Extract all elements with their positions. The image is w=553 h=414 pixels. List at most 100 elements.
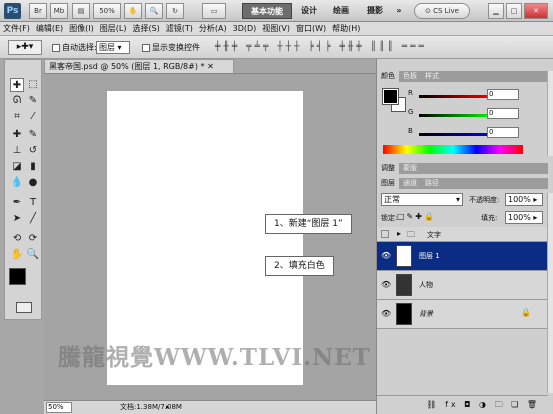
screen-mode-icon[interactable]: ▭ [202, 3, 226, 19]
move-tool-icon[interactable]: ✚ [10, 78, 24, 92]
tab-adjustments[interactable]: 调整 [377, 163, 399, 174]
3d-orbit-icon[interactable]: ⟳ [26, 232, 40, 246]
mini-bridge-button[interactable]: Mb [50, 3, 68, 19]
close-document-icon[interactable]: ✕ [207, 62, 214, 71]
eyedropper-tool-icon[interactable]: ⁄ [26, 110, 40, 124]
opacity-field[interactable]: 100% ▸ [505, 193, 543, 206]
lock-icons[interactable]: □✎✚🔒 [397, 212, 436, 221]
rotate-view-icon[interactable]: ↻ [166, 3, 184, 19]
history-brush-icon[interactable]: ↺ [26, 144, 40, 158]
menu-layer[interactable]: 图层(L) [97, 22, 130, 36]
auto-select-target-dropdown[interactable]: 图层 ▾ [96, 41, 130, 54]
gradient-tool-icon[interactable]: ▮ [26, 160, 40, 174]
type-tool-icon[interactable]: T [26, 196, 40, 210]
menu-file[interactable]: 文件(F) [0, 22, 33, 36]
layer-group-text[interactable]: ▸ 🗀 文字 [377, 227, 548, 242]
eye-icon[interactable]: 👁 [381, 251, 391, 260]
hand-tool-icon[interactable]: ✋ [124, 3, 142, 19]
green-slider[interactable] [419, 114, 493, 117]
expand-arrow-icon[interactable]: ▸ [397, 229, 401, 238]
status-arrow-icon[interactable]: ▸ [166, 401, 170, 414]
menu-3d[interactable]: 3D(D) [230, 22, 260, 36]
quick-select-tool-icon[interactable]: ✎ [26, 94, 40, 108]
tab-swatches[interactable]: 色板 [399, 71, 421, 82]
workspace-essentials[interactable]: 基本功能 [242, 3, 292, 19]
tab-masks[interactable]: 蒙版 [399, 163, 421, 174]
auto-select-checkbox[interactable] [52, 43, 60, 52]
tab-styles[interactable]: 样式 [421, 71, 443, 82]
tab-paths[interactable]: 路径 [421, 178, 443, 189]
dodge-tool-icon[interactable]: ● [26, 176, 40, 190]
path-select-icon[interactable]: ➤ [10, 212, 24, 226]
zoom-tool-icon-box[interactable]: 🔍 [26, 248, 40, 262]
brush-tool-icon[interactable]: ✎ [26, 128, 40, 142]
document-tab[interactable]: 黑客帝国.psd @ 50% (图层 1, RGB/8#) * ✕ [44, 59, 234, 73]
red-slider[interactable] [419, 95, 493, 98]
adjust-panel-tabs: 调整 蒙版 [377, 163, 548, 174]
tab-layers[interactable]: 图层 [377, 178, 399, 189]
cs-live-button[interactable]: ⊙ CS Live [414, 3, 470, 19]
workspace-painting[interactable]: 绘画 [328, 3, 354, 19]
color-spectrum-bar[interactable] [383, 145, 523, 154]
marquee-tool-icon[interactable]: ⬚ [26, 78, 40, 92]
layers-panel-footer-buttons[interactable]: ⛓ fx ◘ ◑ 🗀 ❏ 🗑 [377, 395, 548, 414]
right-panel-dock: 颜色 色板 样式 R 0 G 0 B 0 调整 蒙版 图层 通道 路径 正常 ▾ 不透明度:… [376, 59, 553, 414]
foreground-color-swatch[interactable] [9, 268, 26, 285]
toolbox: ✚ ⬚ ᘏ ✎ ⌗ ⁄ ✚ ✎ ⊥ ↺ ◪ ▮ 💧 ● ✒ T ➤ ╱ ⟲ ⟳ … [4, 59, 42, 320]
tool-preset-picker[interactable]: ▸✚▾ [8, 40, 42, 55]
green-value-field[interactable]: 0 [487, 108, 519, 119]
layers-panel-tabs: 图层 通道 路径 [377, 178, 548, 189]
maximize-button[interactable]: □ [506, 3, 522, 19]
photoshop-logo: Ps [4, 3, 21, 19]
layers-panel-scrollbar[interactable] [547, 193, 553, 393]
clone-stamp-icon[interactable]: ⊥ [10, 144, 24, 158]
fill-field[interactable]: 100% ▸ [505, 211, 543, 224]
blue-slider[interactable] [419, 133, 493, 136]
healing-brush-icon[interactable]: ✚ [10, 128, 24, 142]
minimize-button[interactable]: ▁ [488, 3, 504, 19]
zoom-tool-icon[interactable]: 🔍 [145, 3, 163, 19]
menu-window[interactable]: 窗口(W) [293, 22, 329, 36]
more-workspaces[interactable]: » [392, 3, 406, 19]
red-value-field[interactable]: 0 [487, 89, 519, 100]
align-buttons[interactable]: ╪╫╪ ╤╧╤ ┼┼┼ ╞╡╞ ╪╫╪ ║║║ ═══ [215, 42, 427, 52]
crop-tool-icon[interactable]: ⌗ [10, 110, 24, 124]
show-transform-checkbox[interactable] [142, 43, 150, 52]
workspace-photography[interactable]: 摄影 [362, 3, 388, 19]
group-visibility-toggle[interactable] [381, 230, 389, 238]
tab-color[interactable]: 颜色 [377, 71, 399, 82]
layer-row-selected[interactable]: 👁 图层 1 [377, 242, 548, 271]
line-tool-icon[interactable]: ╱ [26, 212, 40, 226]
status-doc-info[interactable]: 文档:1.38M/7.08M [120, 401, 182, 414]
close-button[interactable]: ✕ [524, 3, 548, 19]
eraser-tool-icon[interactable]: ◪ [10, 160, 24, 174]
menu-analysis[interactable]: 分析(A) [196, 22, 230, 36]
blend-mode-dropdown[interactable]: 正常 ▾ [381, 193, 463, 206]
zoom-level-dropdown[interactable]: 50% [93, 3, 121, 19]
menu-select[interactable]: 选择(S) [129, 22, 162, 36]
menu-view[interactable]: 视图(V) [259, 22, 293, 36]
lock-icon: 🔒 [521, 308, 531, 317]
tab-channels[interactable]: 通道 [399, 178, 421, 189]
status-zoom-field[interactable]: 50% [46, 402, 72, 413]
hand-tool-icon-box[interactable]: ✋ [10, 248, 24, 262]
workspace-design[interactable]: 设计 [296, 3, 322, 19]
blue-value-field[interactable]: 0 [487, 127, 519, 138]
menu-help[interactable]: 帮助(H) [329, 22, 363, 36]
view-extras-button[interactable]: ▤ [72, 3, 90, 19]
color-fg-swatch[interactable] [382, 88, 399, 105]
eye-icon[interactable]: 👁 [381, 280, 391, 289]
menu-filter[interactable]: 滤镜(T) [163, 22, 196, 36]
quick-mask-icon[interactable] [16, 302, 32, 313]
eye-icon[interactable]: 👁 [381, 309, 391, 318]
lasso-tool-icon[interactable]: ᘏ [10, 94, 24, 108]
menu-image[interactable]: 图像(I) [66, 22, 97, 36]
color-panel-scrollbar[interactable] [547, 71, 553, 156]
blur-tool-icon[interactable]: 💧 [10, 176, 24, 190]
bridge-button[interactable]: Br [29, 3, 47, 19]
menu-edit[interactable]: 编辑(E) [33, 22, 66, 36]
layer-row-background[interactable]: 👁 背景 🔒 [377, 300, 548, 329]
pen-tool-icon[interactable]: ✒ [10, 196, 24, 210]
layer-row[interactable]: 👁 人物 [377, 271, 548, 300]
3d-rotate-icon[interactable]: ⟲ [10, 232, 24, 246]
